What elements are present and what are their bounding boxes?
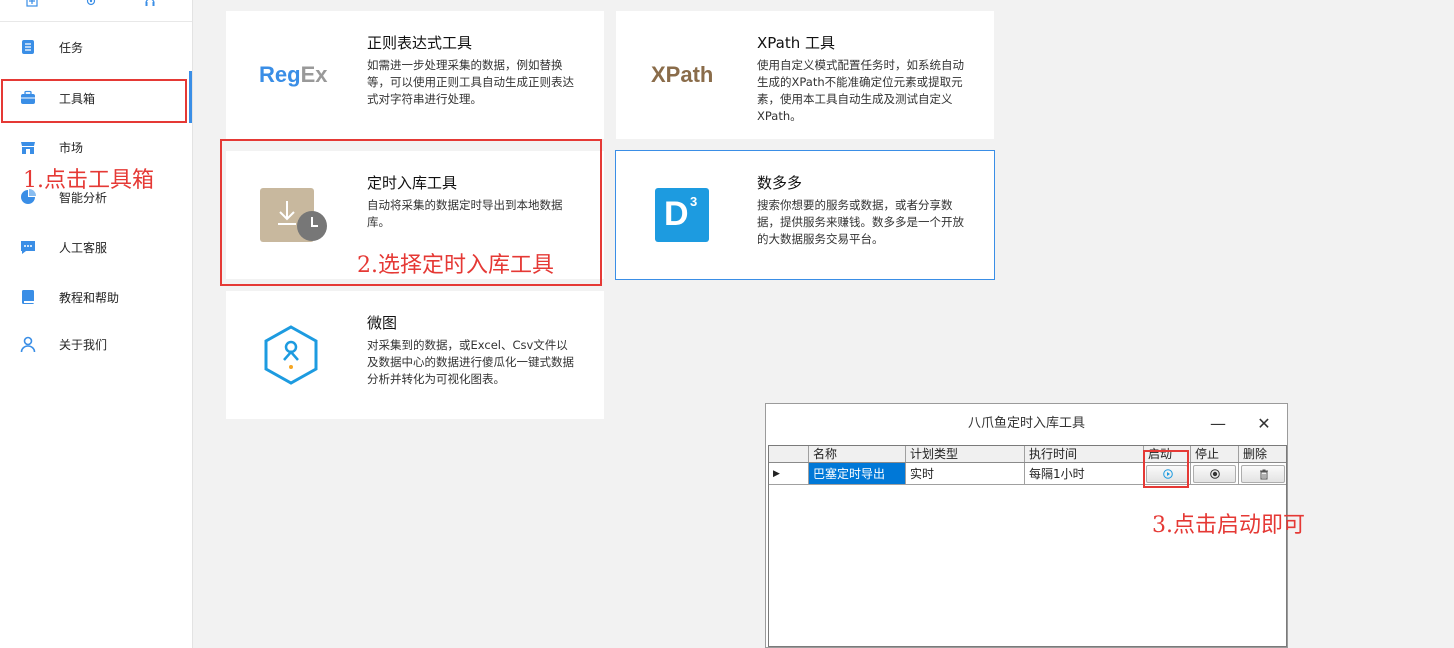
cell-plan[interactable]: 实时 [906,463,1025,484]
annotation-step1: 1.点击工具箱 [23,168,154,193]
delete-button[interactable] [1241,465,1285,483]
column-header-name[interactable]: 名称 [809,446,906,462]
headset-icon[interactable] [144,0,156,8]
annotation-step3: 3.点击启动即可 [1152,513,1305,538]
row-header-corner [769,446,809,462]
card-title: XPath 工具 [757,34,835,52]
column-header-delete[interactable]: 删除 [1239,446,1287,462]
minimize-button[interactable]: — [1207,413,1229,435]
tool-card-xpath[interactable]: XPath XPath 工具 使用自定义模式配置任务时，如系统自动生成的XPat… [616,11,994,139]
sidebar-item-label: 教程和帮助 [59,290,120,305]
xpath-logo: XPath [651,62,714,87]
card-description: 如需进一步处理采集的数据，例如替换等，可以使用正则工具自动生成正则表达式对字符串… [367,58,574,106]
task-grid: 名称 计划类型 执行时间 启动 停止 删除 ▶ 巴塞定时导出 实时 每隔1小时 [768,445,1287,647]
add-icon[interactable] [26,0,38,8]
settings-icon[interactable] [85,0,97,8]
sidebar-item-tasks[interactable]: 任务 [0,27,192,67]
sidebar-item-support[interactable]: 人工客服 [0,227,192,267]
card-title: 微图 [367,314,398,332]
store-icon [21,142,35,154]
sidebar-item-label: 任务 [59,40,84,55]
sidebar-item-market[interactable]: 市场 [0,127,192,167]
card-title: 正则表达式工具 [367,34,473,52]
highlight-toolbox [1,79,187,123]
clipboard-icon [22,40,34,54]
book-icon [22,290,34,304]
sidebar-item-about[interactable]: 关于我们 [0,324,192,364]
card-description: 使用自定义模式配置任务时，如系统自动生成的XPath不能准确定位元素或提取元素，… [757,58,964,123]
tool-card-regex[interactable]: RegEx 正则表达式工具 如需进一步处理采集的数据，例如替换等，可以使用正则工… [226,11,604,139]
tool-card-duoduo[interactable]: D 3 数多多 搜索你想要的服务或数据，或者分享数据，提供服务来赚钱。数多多是一… [615,150,995,280]
duoduo-logo: D 3 [655,188,709,242]
sidebar-item-help[interactable]: 教程和帮助 [0,277,192,317]
column-header-plan[interactable]: 计划类型 [906,446,1025,462]
row-selector-arrow-icon: ▶ [769,463,809,484]
sidebar-item-label: 人工客服 [59,240,108,255]
tool-card-weitu[interactable]: 微图 对采集到的数据，或Excel、Csv文件以及数据中心的数据进行傻瓜化一键式… [226,291,604,419]
stop-button[interactable] [1193,465,1236,483]
trash-icon [1260,469,1268,480]
highlight-start-button [1143,450,1189,488]
cell-stop [1191,463,1239,484]
close-button[interactable]: ✕ [1253,413,1275,435]
annotation-step2: 2.选择定时入库工具 [357,253,554,278]
card-description: 搜索你想要的服务或数据，或者分享数据，提供服务来赚钱。数多多是一个开放的大数据服… [757,198,964,246]
column-header-stop[interactable]: 停止 [1191,446,1239,462]
card-title: 数多多 [757,174,803,192]
sidebar-item-label: 市场 [59,140,84,155]
cell-delete [1239,463,1287,484]
weitu-logo-icon [264,325,318,385]
user-icon [20,336,36,352]
regex-logo: RegEx [259,62,328,87]
cell-name[interactable]: 巴塞定时导出 [809,463,906,484]
table-row[interactable]: ▶ 巴塞定时导出 实时 每隔1小时 [769,463,1286,485]
cell-time[interactable]: 每隔1小时 [1025,463,1144,484]
stop-icon [1210,469,1220,479]
chat-icon [21,241,35,254]
grid-header: 名称 计划类型 执行时间 启动 停止 删除 [769,446,1286,463]
sidebar-item-label: 关于我们 [59,337,108,352]
active-indicator [189,71,192,123]
column-header-time[interactable]: 执行时间 [1025,446,1144,462]
card-description: 对采集到的数据，或Excel、Csv文件以及数据中心的数据进行傻瓜化一键式数据分… [367,338,574,386]
sidebar-top-toolbar [0,0,192,22]
